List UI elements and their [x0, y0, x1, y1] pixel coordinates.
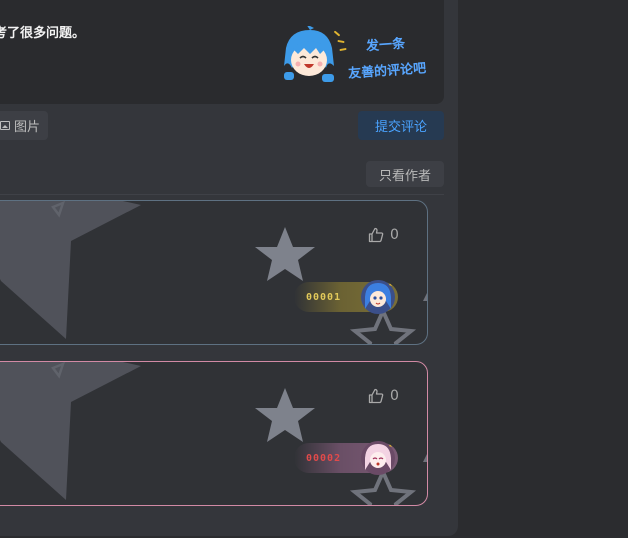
submit-comment-button[interactable]: 提交评论 — [358, 111, 444, 140]
fan-badge-number: 00001 — [306, 292, 342, 303]
author-only-button[interactable]: 只看作者 — [366, 161, 444, 187]
mascot-icon — [284, 26, 334, 82]
editor-text[interactable]: 考了很多问题。 — [0, 22, 85, 41]
prompt-text-line1: 发一条 — [365, 36, 406, 55]
fan-badge-avatar — [361, 441, 395, 475]
like-count: 0 — [390, 388, 399, 404]
star-decoration-icon — [0, 201, 427, 344]
insert-image-label: 图片 — [13, 120, 40, 135]
comment-card — [0, 200, 428, 345]
like-count: 0 — [390, 227, 399, 243]
insert-image-button[interactable]: 图片 — [0, 111, 48, 140]
star-decoration-icon — [0, 362, 427, 505]
like-button[interactable]: 0 — [368, 388, 399, 404]
thumbs-up-icon — [368, 227, 384, 243]
image-icon — [0, 121, 10, 130]
divider — [0, 194, 444, 195]
fan-badge-avatar — [361, 280, 395, 314]
fan-badge-number: 00002 — [306, 453, 342, 464]
like-button[interactable]: 0 — [368, 227, 399, 243]
thumbs-up-icon — [368, 388, 384, 404]
comment-card — [0, 361, 428, 506]
